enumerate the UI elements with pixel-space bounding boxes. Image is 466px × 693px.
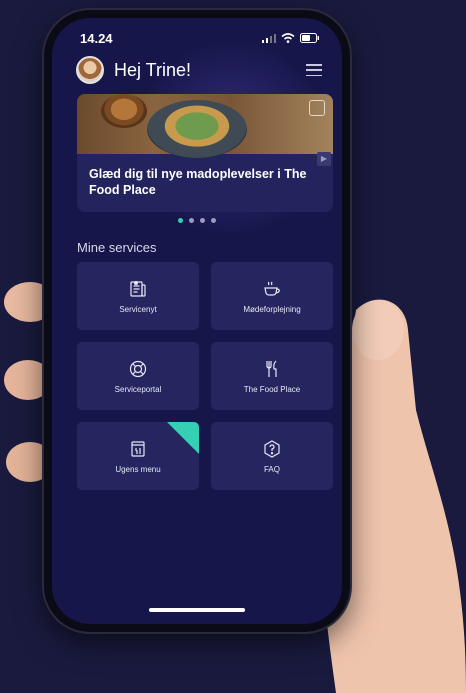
small-bowl-image: [101, 94, 147, 128]
salad-bowl-image: [147, 100, 247, 158]
service-tile-servicenyt[interactable]: Servicenyt: [77, 262, 199, 330]
greeting-text: Hej Trine!: [114, 59, 192, 80]
hamburger-menu-icon[interactable]: [306, 64, 322, 76]
news-icon: [130, 280, 146, 297]
header-left: Hej Trine!: [76, 56, 191, 84]
wifi-icon: [281, 33, 295, 43]
service-tile-label: Mødeforplejning: [243, 304, 301, 314]
service-tile-label: The Food Place: [243, 384, 301, 394]
services-grid: Servicenyt Mødeforplejning Serviceportal: [77, 262, 333, 490]
avatar[interactable]: [76, 56, 104, 84]
fork-knife-icon: [266, 360, 277, 377]
status-bar: 14.24: [80, 30, 320, 46]
home-indicator[interactable]: [149, 608, 245, 612]
carousel-next-icon[interactable]: ▶: [317, 152, 331, 166]
carousel-dot[interactable]: [178, 218, 183, 223]
app-screen: 14.24 Hej Trine! ▶ Glæd dig til nye mado…: [52, 18, 342, 624]
service-tile-label: FAQ: [263, 464, 280, 474]
signal-icon: [262, 34, 276, 43]
question-icon: [264, 439, 280, 458]
service-tile-serviceportal[interactable]: Serviceportal: [77, 342, 199, 410]
service-tile-modeforplejning[interactable]: Mødeforplejning: [211, 262, 333, 330]
battery-icon: [300, 33, 319, 43]
status-icons: [262, 33, 320, 43]
menu-book-icon: [131, 440, 145, 457]
service-tile-ugens-menu[interactable]: Ugens menu: [77, 422, 199, 490]
food-image: [77, 94, 333, 158]
carousel-dot[interactable]: [211, 218, 216, 223]
coffee-cup-icon: [264, 281, 280, 296]
carousel-dots: [52, 218, 342, 223]
service-tile-label: Servicenyt: [119, 304, 157, 314]
service-tile-faq[interactable]: FAQ: [211, 422, 333, 490]
service-tile-the-food-place[interactable]: The Food Place: [211, 342, 333, 410]
service-tile-label: Ugens menu: [115, 464, 161, 474]
status-time: 14.24: [80, 30, 113, 46]
promo-banner[interactable]: ▶ Glæd dig til nye madoplevelser i The F…: [77, 94, 333, 212]
banner-title: Glæd dig til nye madoplevelser i The Foo…: [89, 167, 307, 197]
service-tile-label: Serviceportal: [114, 384, 162, 394]
carousel-dot[interactable]: [200, 218, 205, 223]
app-header: Hej Trine!: [76, 54, 322, 86]
phone-frame: 14.24 Hej Trine! ▶ Glæd dig til nye mado…: [44, 10, 350, 632]
share-icon[interactable]: [309, 100, 325, 116]
carousel-dot[interactable]: [189, 218, 194, 223]
lifebuoy-icon: [129, 360, 147, 377]
services-section-title: Mine services: [77, 240, 157, 255]
new-badge: [167, 422, 199, 454]
